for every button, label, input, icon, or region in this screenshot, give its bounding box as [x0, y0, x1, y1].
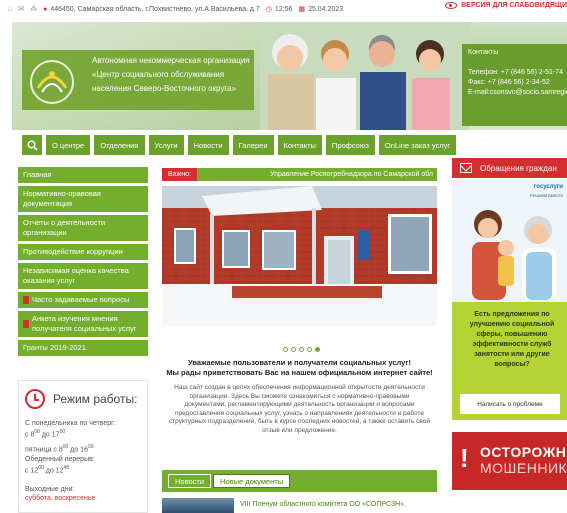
site-header: Автономная некоммерческая организация «Ц… [12, 22, 567, 130]
working-hours-heading: Режим работы: [53, 392, 138, 406]
slider-dots [283, 347, 320, 352]
gosuslugi-banner[interactable]: госуслуги Решаем вместе Есть предложения… [452, 180, 567, 420]
fraud-warning-line1: ОСТОРОЖНО [480, 444, 567, 460]
working-hours-title: Режим работы: [25, 389, 141, 409]
contacts-title: Контакты [468, 49, 499, 56]
nav-item-services[interactable]: Услуги [148, 135, 184, 155]
clock-icon [25, 389, 45, 409]
sidebar-item-survey[interactable]: Анкета изучения мнения получателя социал… [18, 311, 148, 337]
nav-item-galleries[interactable]: Галереи [232, 135, 274, 155]
vision-version-link[interactable]: ВЕРСИЯ ДЛЯ СЛАБОВИДЯЩИ [445, 2, 567, 9]
people-illustration [472, 210, 556, 300]
sidebar-item-regulations[interactable]: Нормативно-правовая документация [18, 186, 148, 212]
slider-photo[interactable] [162, 186, 437, 326]
nav-item-union[interactable]: Профсоюз [325, 135, 375, 155]
nav-item-online-order[interactable]: OnLine заказ услуг [378, 135, 457, 155]
question-icon [23, 296, 29, 304]
sidebar-item-label: Главная [23, 170, 52, 179]
fraud-warning-line2: МОШЕННИКИ [480, 460, 567, 476]
slider-dot[interactable] [299, 347, 304, 352]
citizen-appeals-label: Обращения граждан [480, 163, 557, 173]
important-ticker-text[interactable]: Управление Роспотребнадзора по Самарской… [196, 168, 437, 181]
tab-new-documents[interactable]: Новые документы [213, 474, 291, 488]
slider-dot[interactable] [307, 347, 312, 352]
sitemap-icon[interactable]: ⁂ [30, 5, 37, 13]
contacts-email[interactable]: E-mail:csonsvo@socio.samregio [468, 88, 567, 98]
slider-dot-active[interactable] [315, 347, 320, 352]
org-name-line1: Автономная некоммерческая организация [92, 56, 250, 65]
nav-item-contacts[interactable]: Контакты [277, 135, 322, 155]
sidebar-item-label: Нормативно-правовая документация [23, 189, 101, 208]
search-icon [27, 140, 38, 151]
tab-news[interactable]: Новости [168, 474, 212, 488]
sidebar-item-label: Анкета изучения мнения получателя социал… [32, 314, 137, 333]
nav-item-about[interactable]: О центре [46, 135, 91, 155]
search-button[interactable] [22, 135, 42, 155]
fraud-warning-banner[interactable]: ! ОСТОРОЖНО МОШЕННИКИ [452, 432, 567, 490]
sidebar-item-label: Независимая оценка качества оказания усл… [23, 266, 129, 285]
news-title[interactable]: VIII Пленум областного комитета ОО «СОПР… [240, 498, 406, 508]
hours-weekdays-label: С понедельника по четверг: [25, 420, 116, 427]
slider-dot[interactable] [291, 347, 296, 352]
sidebar-item-anticorruption[interactable]: Противодействие коррупции [18, 244, 148, 260]
write-problem-button[interactable]: Написать о проблеме [460, 394, 560, 414]
news-list-item[interactable]: VIII Пленум областного комитета ОО «СОПР… [162, 498, 437, 513]
nav-item-departments[interactable]: Отделения [94, 135, 145, 155]
hours-friday: пятница с 800 до 1600 [25, 444, 94, 454]
home-icon[interactable]: ⌂ [8, 6, 12, 13]
exclamation-icon: ! [460, 443, 469, 473]
hours-lunch-time: с 1200 до 1248 [25, 464, 70, 474]
sidebar-item-grants[interactable]: Гранты 2019-2021 [18, 340, 148, 356]
nav-item-news[interactable]: Новости [187, 135, 229, 155]
time-text: 12:56 [274, 5, 293, 13]
sidebar-item-reports[interactable]: Отчеты о деятельности организации [18, 215, 148, 241]
main-nav: О центре Отделения Услуги Новости Галере… [12, 134, 567, 156]
date-text: 25.04.2023 [308, 5, 344, 13]
news-tabs: Новости Новые документы [162, 470, 437, 492]
building-image [162, 186, 437, 326]
family-photo [260, 22, 470, 130]
org-logo[interactable] [28, 58, 76, 106]
sidebar-item-label: Часто задаваемые вопросы [32, 295, 130, 304]
mail-icon[interactable]: ✉ [18, 5, 24, 13]
org-name-line2: «Центр социального обслуживания [92, 70, 225, 79]
sidebar-item-faq[interactable]: Часто задаваемые вопросы [18, 292, 148, 308]
important-ticker: Важно: Управление Роспотребнадзора по Са… [162, 168, 437, 181]
gosuslugi-logo: госуслуги [533, 184, 563, 190]
sidebar-item-label: Гранты 2019-2021 [23, 343, 86, 352]
hours-days-off-label: Выходные дни: [25, 485, 75, 493]
important-label: Важно: [162, 168, 197, 181]
news-thumbnail[interactable] [162, 498, 234, 513]
welcome-block: Уважаемые пользователи и получатели соци… [162, 358, 437, 436]
slider-dot[interactable] [283, 347, 288, 352]
survey-icon [23, 320, 29, 328]
org-name: Автономная некоммерческая организация «Ц… [92, 54, 262, 96]
sidebar-item-quality-assessment[interactable]: Независимая оценка качества оказания усл… [18, 263, 148, 289]
hours-lunch-label: Обеденный перерыв: [25, 455, 95, 463]
sidebar-item-label: Противодействие коррупции [23, 247, 123, 256]
hours-weekdays-time: с 800 до 1700 [25, 429, 66, 439]
clock-icon: ◷ [265, 6, 272, 13]
gosuslugi-text: Есть предложения по улучшению социальной… [469, 311, 555, 368]
citizen-appeals-button[interactable]: Обращения граждан [452, 158, 567, 178]
welcome-heading-1: Уважаемые пользователи и получатели соци… [188, 358, 411, 367]
sidebar-item-label: Отчеты о деятельности организации [23, 218, 106, 237]
welcome-heading-2: Мы рады приветствовать Вас на нашем офиц… [166, 368, 433, 377]
envelope-icon [460, 163, 472, 173]
org-name-line3: населения Северо-Восточного округа» [92, 84, 237, 93]
sidebar-item-home[interactable]: Главная [18, 167, 148, 183]
contacts-fax: Факс: +7 (846 56) 2-34-52 [468, 79, 550, 86]
eye-icon [445, 2, 458, 9]
working-hours-box: Режим работы: С понедельника по четверг:… [18, 380, 148, 513]
hours-days-off-value: суббота, воскресенье [25, 494, 96, 502]
location-pin-icon: ● [43, 5, 48, 13]
contacts-phone[interactable]: Телефон: +7 (846 56) 2-51-74 [468, 68, 567, 78]
welcome-body: Наш сайт создан в целях обеспечения инфо… [168, 384, 431, 434]
address-text: 446450, Самарская область, г.Похвистнево… [50, 5, 260, 13]
vision-version-label: ВЕРСИЯ ДЛЯ СЛАБОВИДЯЩИ [461, 2, 567, 9]
calendar-icon: ▦ [298, 6, 306, 13]
top-bar: ⌂ ✉ ⁂ ● 446450, Самарская область, г.Пох… [0, 0, 567, 18]
contacts-box: Контакты Телефон: +7 (846 56) 2-51-74 Фа… [462, 44, 567, 126]
sidebar-menu: Главная Нормативно-правовая документация… [18, 167, 148, 359]
